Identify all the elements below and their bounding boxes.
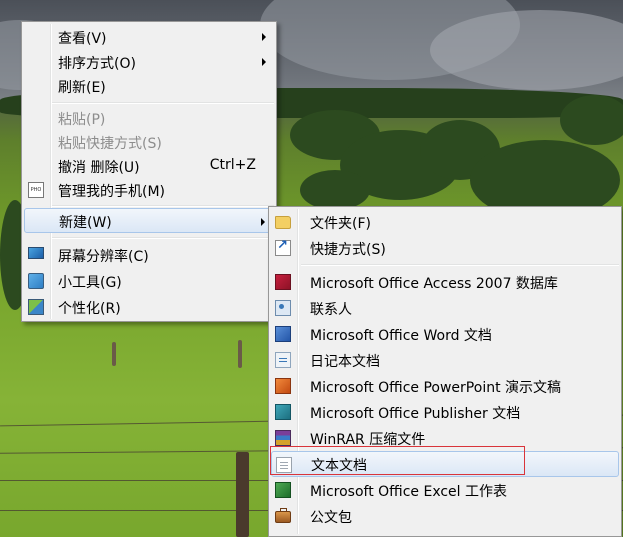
menu-item-manage-phone[interactable]: PHO 管理我的手机(M) bbox=[24, 177, 274, 203]
menu-item-label: 联系人 bbox=[310, 302, 352, 318]
menu-item-label: 粘贴(P) bbox=[58, 112, 106, 128]
menu-item-label: Microsoft Office PowerPoint 演示文稿 bbox=[310, 380, 562, 396]
winrar-icon bbox=[275, 430, 291, 446]
menu-item-label: 屏幕分辨率(C) bbox=[58, 249, 149, 265]
submenu-item-shortcut[interactable]: 快捷方式(S) bbox=[271, 235, 619, 261]
fence-post bbox=[236, 452, 249, 537]
menu-item-view[interactable]: 查看(V) bbox=[24, 24, 274, 50]
menu-item-sort-by[interactable]: 排序方式(O) bbox=[24, 49, 274, 75]
briefcase-icon bbox=[275, 508, 291, 523]
menu-item-shortcut: Ctrl+Z bbox=[209, 157, 256, 173]
new-submenu: 文件夹(F) 快捷方式(S) Microsoft Office Access 2… bbox=[268, 206, 622, 537]
cloud bbox=[430, 10, 623, 90]
menu-item-personalize[interactable]: 个性化(R) bbox=[24, 294, 274, 320]
menu-item-new[interactable]: 新建(W) bbox=[24, 208, 274, 233]
menu-item-label: 撤消 删除(U) bbox=[58, 160, 140, 176]
gadget-icon bbox=[28, 273, 44, 289]
monitor-icon bbox=[28, 247, 44, 259]
menu-item-label: 管理我的手机(M) bbox=[58, 184, 166, 200]
excel-icon bbox=[275, 482, 291, 498]
highlight-annotation-box bbox=[270, 446, 525, 475]
publisher-icon bbox=[275, 404, 291, 420]
submenu-item-journal-document[interactable]: 日记本文档 bbox=[271, 347, 619, 373]
access-icon bbox=[275, 274, 291, 290]
contact-icon bbox=[275, 300, 291, 316]
menu-item-label: 查看(V) bbox=[58, 31, 107, 47]
menu-item-label: 小工具(G) bbox=[58, 275, 122, 291]
menu-item-gadgets[interactable]: 小工具(G) bbox=[24, 268, 274, 294]
menu-item-label: 刷新(E) bbox=[58, 80, 106, 96]
menu-item-screen-resolution[interactable]: 屏幕分辨率(C) bbox=[24, 242, 274, 268]
submenu-arrow-icon bbox=[261, 218, 265, 226]
menu-item-label: 排序方式(O) bbox=[58, 56, 136, 72]
shortcut-icon bbox=[275, 238, 291, 256]
menu-item-paste[interactable]: 粘贴(P) bbox=[24, 105, 274, 131]
menu-item-label: 新建(W) bbox=[59, 215, 112, 231]
tree bbox=[300, 170, 370, 210]
submenu-item-excel-worksheet[interactable]: Microsoft Office Excel 工作表 bbox=[271, 477, 619, 503]
menu-item-label: Microsoft Office Publisher 文档 bbox=[310, 406, 521, 422]
submenu-arrow-icon bbox=[262, 33, 266, 41]
menu-item-refresh[interactable]: 刷新(E) bbox=[24, 73, 274, 99]
menu-item-label: 快捷方式(S) bbox=[310, 242, 386, 258]
word-icon bbox=[275, 326, 291, 342]
menu-item-label: Microsoft Office Excel 工作表 bbox=[310, 484, 508, 500]
submenu-item-access-database[interactable]: Microsoft Office Access 2007 数据库 bbox=[271, 269, 619, 295]
submenu-item-folder[interactable]: 文件夹(F) bbox=[271, 209, 619, 235]
submenu-item-publisher-document[interactable]: Microsoft Office Publisher 文档 bbox=[271, 399, 619, 425]
menu-separator bbox=[52, 205, 274, 207]
submenu-item-powerpoint-presentation[interactable]: Microsoft Office PowerPoint 演示文稿 bbox=[271, 373, 619, 399]
submenu-item-contact[interactable]: 联系人 bbox=[271, 295, 619, 321]
fence-post bbox=[112, 342, 116, 366]
menu-item-label: 个性化(R) bbox=[58, 301, 121, 317]
menu-item-label: Microsoft Office Word 文档 bbox=[310, 328, 492, 344]
submenu-item-word-document[interactable]: Microsoft Office Word 文档 bbox=[271, 321, 619, 347]
menu-item-undo-delete[interactable]: 撤消 删除(U) Ctrl+Z bbox=[24, 153, 274, 179]
personalize-icon bbox=[28, 299, 44, 315]
tree bbox=[560, 95, 623, 145]
fence-post bbox=[238, 340, 242, 368]
submenu-arrow-icon bbox=[262, 58, 266, 66]
menu-item-paste-shortcut[interactable]: 粘贴快捷方式(S) bbox=[24, 129, 274, 155]
journal-icon bbox=[275, 352, 291, 368]
submenu-item-briefcase[interactable]: 公文包 bbox=[271, 503, 619, 529]
desktop-context-menu: 查看(V) 排序方式(O) 刷新(E) 粘贴(P) 粘贴快捷方式(S) 撤消 删… bbox=[21, 21, 277, 322]
menu-item-label: 日记本文档 bbox=[310, 354, 380, 370]
folder-icon bbox=[275, 216, 291, 229]
menu-item-label: 粘贴快捷方式(S) bbox=[58, 136, 162, 152]
phone-manager-icon: PHO bbox=[28, 182, 44, 198]
menu-item-label: Microsoft Office Access 2007 数据库 bbox=[310, 276, 558, 292]
menu-separator bbox=[301, 264, 619, 266]
menu-separator bbox=[52, 237, 274, 239]
powerpoint-icon bbox=[275, 378, 291, 394]
menu-item-label: 公文包 bbox=[310, 510, 352, 526]
menu-item-label: 文件夹(F) bbox=[310, 216, 371, 232]
menu-separator bbox=[52, 102, 274, 104]
